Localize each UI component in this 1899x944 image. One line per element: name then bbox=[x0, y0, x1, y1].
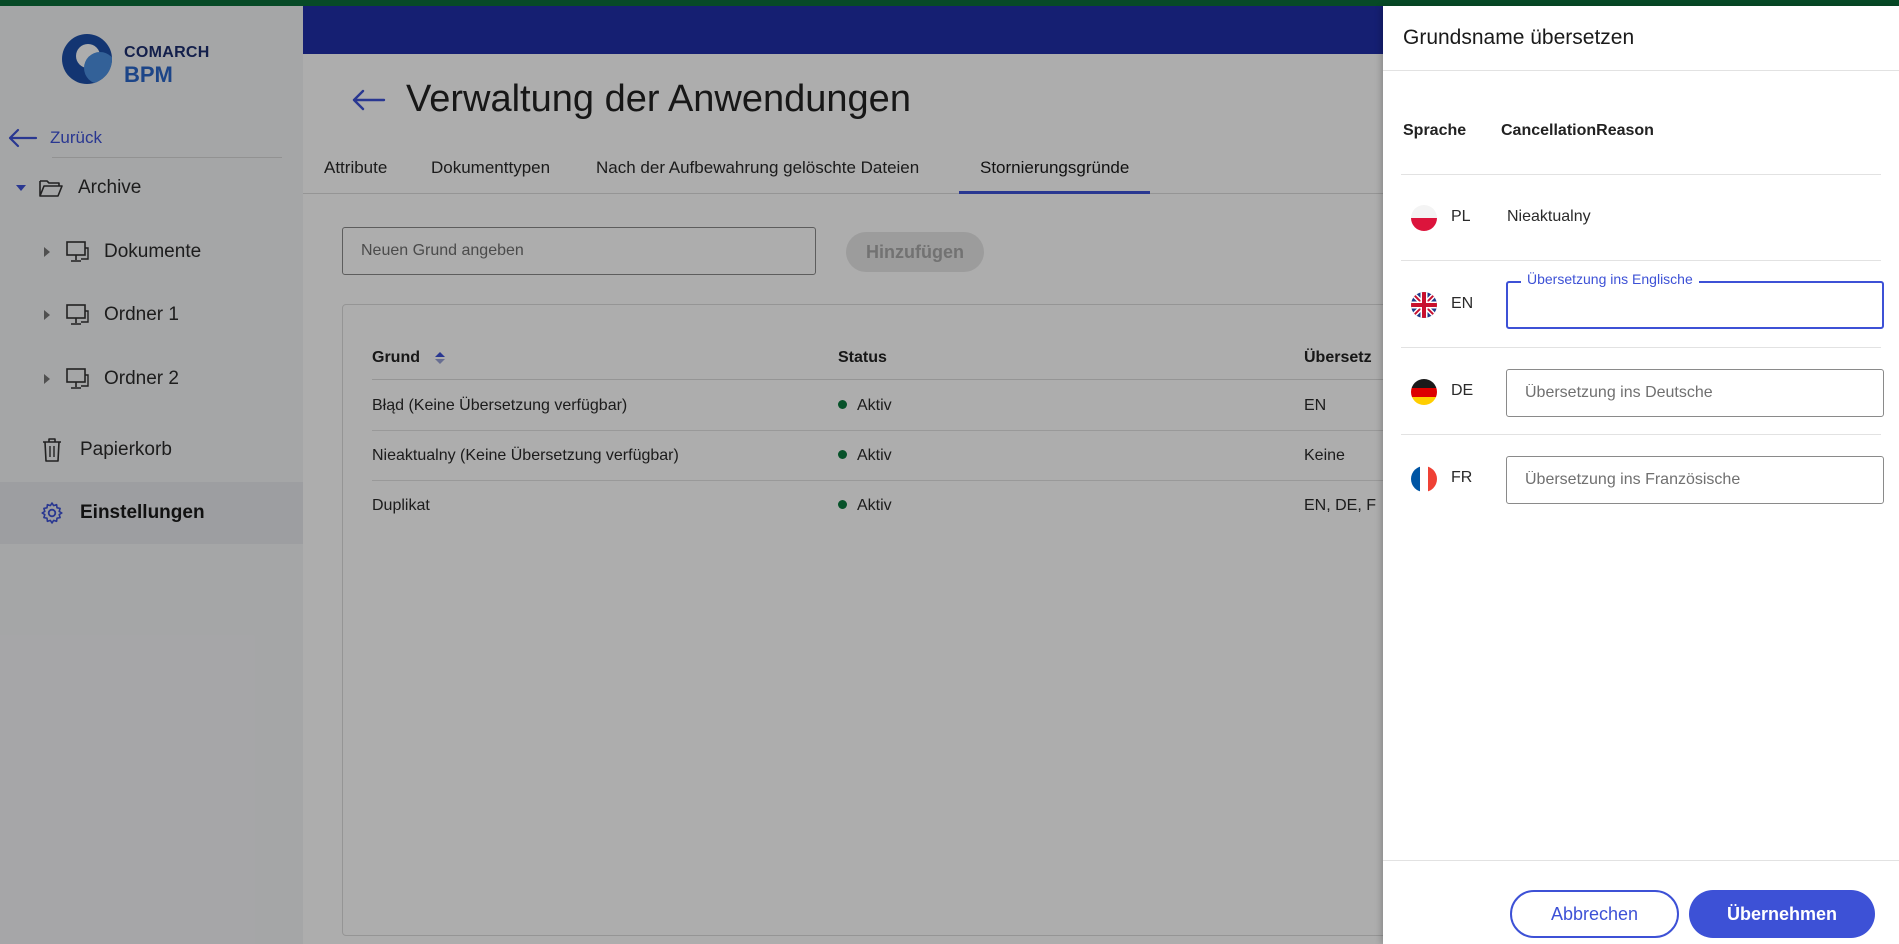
source-text: Nieaktualny bbox=[1507, 208, 1591, 225]
cancel-button[interactable]: Abbrechen bbox=[1510, 890, 1679, 938]
translation-input-en[interactable] bbox=[1506, 281, 1884, 329]
translate-drawer: Grundsname übersetzen Sprache Cancellati… bbox=[1383, 6, 1899, 944]
translation-input-fr[interactable] bbox=[1506, 456, 1884, 504]
drawer-title: Grundsname übersetzen bbox=[1403, 26, 1635, 49]
language-row-fr: FR bbox=[1401, 436, 1884, 522]
translation-input-de[interactable] bbox=[1506, 369, 1884, 417]
language-row-en: EN Übersetzung ins Englische bbox=[1401, 262, 1884, 348]
language-code: PL bbox=[1451, 208, 1471, 225]
flag-uk-icon bbox=[1411, 292, 1437, 318]
flag-pl-icon bbox=[1411, 205, 1437, 231]
apply-button[interactable]: Übernehmen bbox=[1689, 890, 1875, 938]
language-code: EN bbox=[1451, 295, 1474, 312]
language-code: FR bbox=[1451, 469, 1473, 486]
drawer-header-divider bbox=[1383, 70, 1899, 71]
column-header-key: CancellationReason bbox=[1501, 122, 1654, 139]
flag-fr-icon bbox=[1411, 466, 1437, 492]
language-row-pl: PL Nieaktualny bbox=[1401, 175, 1881, 261]
language-code: DE bbox=[1451, 382, 1474, 399]
flag-de-icon bbox=[1411, 379, 1437, 405]
translation-input-en-label: Übersetzung ins Englische bbox=[1521, 271, 1699, 287]
language-row-de: DE bbox=[1401, 349, 1884, 435]
drawer-footer-divider bbox=[1383, 860, 1899, 861]
column-header-sprache: Sprache bbox=[1403, 122, 1467, 139]
